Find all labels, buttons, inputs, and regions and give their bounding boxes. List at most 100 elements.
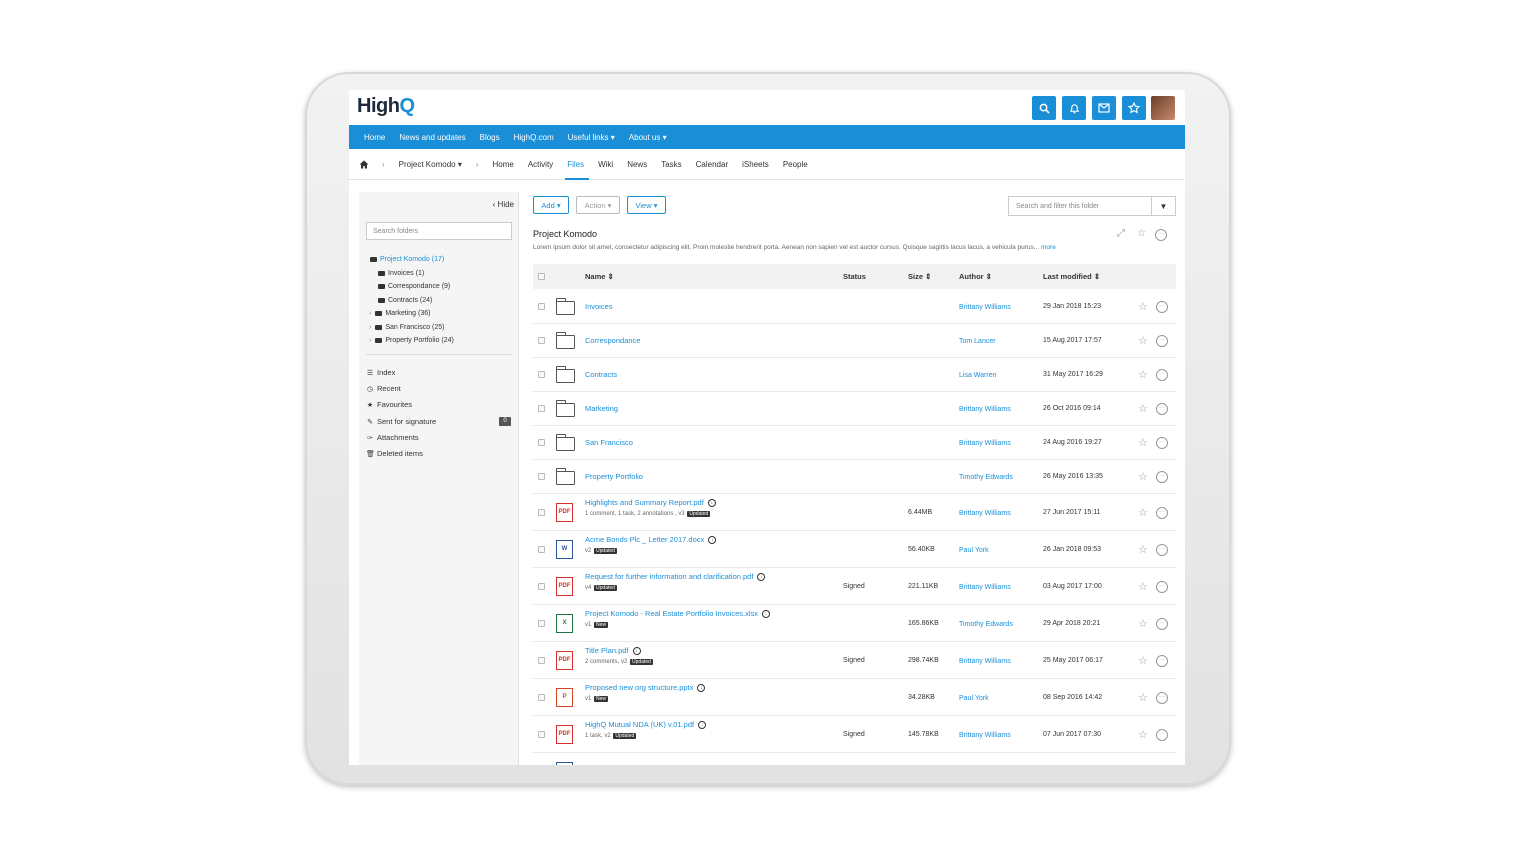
file-name-link[interactable]: Project Komodo - Real Estate Portfolio I… bbox=[585, 609, 770, 619]
tab-files[interactable]: Files bbox=[567, 160, 584, 169]
tree-item[interactable]: › Property Portfolio (24) bbox=[369, 337, 454, 344]
tab-people[interactable]: People bbox=[783, 160, 808, 169]
download-icon[interactable]: ↓ bbox=[707, 499, 716, 508]
author-link[interactable]: Brittany Williams bbox=[959, 440, 1011, 447]
nav-news-and-updates[interactable]: News and updates bbox=[399, 133, 465, 142]
download-icon[interactable]: ↓ bbox=[698, 721, 707, 730]
sidebar-item-favourites[interactable]: ★ Favourites bbox=[366, 400, 412, 409]
tab-news[interactable]: News bbox=[627, 160, 647, 169]
more-options-icon[interactable]: ··· bbox=[1156, 728, 1168, 741]
tree-item[interactable]: › Marketing (36) bbox=[369, 310, 430, 317]
author-link[interactable]: Brittany Williams bbox=[959, 584, 1011, 591]
notifications-button[interactable] bbox=[1062, 96, 1086, 120]
row-checkbox[interactable] bbox=[538, 545, 545, 553]
sidebar-item-index[interactable]: ☰ Index bbox=[366, 368, 396, 377]
expand-icon[interactable]: › bbox=[369, 337, 371, 344]
more-options-icon[interactable]: ··· bbox=[1156, 617, 1168, 630]
highq-logo[interactable]: HighQ bbox=[357, 95, 415, 118]
tab-activity[interactable]: Activity bbox=[528, 160, 553, 169]
file-name-link[interactable]: San Francisco bbox=[585, 438, 633, 447]
star-icon[interactable]: ☆ bbox=[1138, 580, 1148, 593]
row-checkbox[interactable] bbox=[538, 582, 545, 590]
expand-icon[interactable]: › bbox=[369, 324, 371, 331]
tree-item[interactable]: Contracts (24) bbox=[378, 297, 432, 304]
column-size[interactable]: Size ⇕ bbox=[908, 272, 931, 281]
file-name-link[interactable]: Property Portfolio bbox=[585, 472, 643, 481]
expand-icon[interactable]: › bbox=[369, 310, 371, 317]
download-icon[interactable]: ↓ bbox=[757, 573, 766, 582]
row-checkbox[interactable] bbox=[538, 656, 545, 664]
star-icon[interactable]: ☆ bbox=[1138, 728, 1148, 741]
tab-calendar[interactable]: Calendar bbox=[696, 160, 728, 169]
download-icon[interactable]: ↓ bbox=[762, 610, 770, 619]
favourites-button[interactable] bbox=[1122, 96, 1146, 120]
table-row[interactable]: WDisclosure Statement.docx↓ bbox=[533, 753, 1176, 765]
tab-tasks[interactable]: Tasks bbox=[661, 160, 681, 169]
file-name-link[interactable]: Request for further information and clar… bbox=[585, 572, 766, 582]
more-options-icon[interactable]: ··· bbox=[1156, 691, 1168, 704]
search-button[interactable] bbox=[1032, 96, 1056, 120]
download-icon[interactable]: ↓ bbox=[632, 647, 641, 656]
more-options-icon[interactable]: ··· bbox=[1156, 301, 1168, 313]
star-icon[interactable]: ☆ bbox=[1137, 228, 1146, 239]
star-icon[interactable]: ☆ bbox=[1138, 691, 1148, 704]
sidebar-item-attachments[interactable]: ✑ Attachments bbox=[366, 433, 419, 442]
file-name-link[interactable]: Contracts bbox=[585, 370, 617, 379]
table-row[interactable]: PDF Request for further information and c… bbox=[533, 568, 1176, 605]
row-checkbox[interactable] bbox=[538, 337, 545, 344]
more-options-icon[interactable]: ··· bbox=[1156, 335, 1168, 347]
author-link[interactable]: Brittany Williams bbox=[959, 658, 1011, 665]
star-icon[interactable]: ☆ bbox=[1138, 368, 1148, 381]
add-button[interactable]: Add ▾ bbox=[533, 196, 569, 214]
star-icon[interactable]: ☆ bbox=[1138, 506, 1148, 519]
column-author[interactable]: Author ⇕ bbox=[959, 272, 992, 281]
file-name-link[interactable]: Proposed new org structure.pptx ↓ bbox=[585, 683, 706, 693]
nav-useful-links[interactable]: Useful links ▾ bbox=[568, 133, 615, 142]
author-link[interactable]: Paul York bbox=[959, 547, 989, 554]
view-button[interactable]: View ▾ bbox=[627, 196, 666, 214]
sidebar-item-recent[interactable]: ◷ Recent bbox=[366, 384, 401, 393]
project-switcher[interactable]: Project Komodo ▾ bbox=[399, 160, 462, 169]
filter-folder-input[interactable]: Search and filter this folder bbox=[1008, 196, 1152, 216]
star-icon[interactable]: ☆ bbox=[1138, 617, 1148, 630]
table-row[interactable]: P Proposed new org structure.pptx ↓ v1 New 3… bbox=[533, 679, 1176, 716]
sidebar-item-sent-for-signature[interactable]: ✎ Sent for signature bbox=[366, 417, 436, 426]
table-row[interactable]: Marketing Brittany Williams 26 Oct 2016 09… bbox=[533, 392, 1176, 426]
nav-home[interactable]: Home bbox=[364, 133, 385, 142]
expand-icon[interactable]: ⤢ bbox=[1117, 228, 1125, 239]
nav-blogs[interactable]: Blogs bbox=[480, 133, 500, 142]
row-checkbox[interactable] bbox=[538, 303, 545, 310]
row-checkbox[interactable] bbox=[538, 473, 545, 480]
author-link[interactable]: Brittany Williams bbox=[959, 406, 1011, 413]
row-checkbox[interactable] bbox=[538, 619, 545, 627]
author-link[interactable]: Timothy Edwards bbox=[959, 474, 1013, 481]
more-options-icon[interactable]: ··· bbox=[1156, 580, 1168, 593]
file-name-link[interactable]: Highlights and Summary Report.pdf ↓ bbox=[585, 498, 716, 508]
table-row[interactable]: Correspondance Tom Lancer 15 Aug 2017 17:5… bbox=[533, 324, 1176, 358]
tree-item[interactable]: › San Francisco (25) bbox=[369, 324, 444, 331]
author-link[interactable]: Timothy Edwards bbox=[959, 621, 1013, 628]
file-name-link[interactable]: Acme Bonds Plc _ Letter 2017.docx ↓ bbox=[585, 535, 717, 545]
row-checkbox[interactable] bbox=[538, 730, 545, 738]
star-icon[interactable]: ☆ bbox=[1138, 543, 1148, 556]
filter-button[interactable]: ▼ bbox=[1152, 196, 1176, 216]
column-status[interactable]: Status bbox=[843, 272, 866, 281]
nav-highq-com[interactable]: HighQ.com bbox=[514, 133, 554, 142]
table-row[interactable]: X Project Komodo - Real Estate Portfolio … bbox=[533, 605, 1176, 642]
star-icon[interactable]: ☆ bbox=[1138, 402, 1148, 415]
nav-about-us[interactable]: About us ▾ bbox=[629, 133, 667, 142]
search-folders-input[interactable]: Search folders bbox=[366, 222, 512, 240]
star-icon[interactable]: ☆ bbox=[1138, 470, 1148, 483]
file-name-link[interactable]: Marketing bbox=[585, 404, 618, 413]
more-link[interactable]: more bbox=[1041, 244, 1056, 251]
hide-sidebar-button[interactable]: ‹ Hide bbox=[493, 200, 514, 209]
row-checkbox[interactable] bbox=[538, 508, 545, 516]
column-last-modified[interactable]: Last modified ⇕ bbox=[1043, 272, 1100, 281]
tab-home[interactable]: Home bbox=[493, 160, 514, 169]
more-options-icon[interactable]: ··· bbox=[1156, 543, 1168, 556]
table-row[interactable]: Contracts Lisa Warren 31 May 2017 16:29 ☆ ··… bbox=[533, 358, 1176, 392]
star-icon[interactable]: ☆ bbox=[1138, 436, 1148, 449]
tree-item[interactable]: Correspondance (9) bbox=[378, 283, 450, 290]
tree-item[interactable]: Invoices (1) bbox=[378, 270, 424, 277]
author-link[interactable]: Brittany Williams bbox=[959, 732, 1011, 739]
